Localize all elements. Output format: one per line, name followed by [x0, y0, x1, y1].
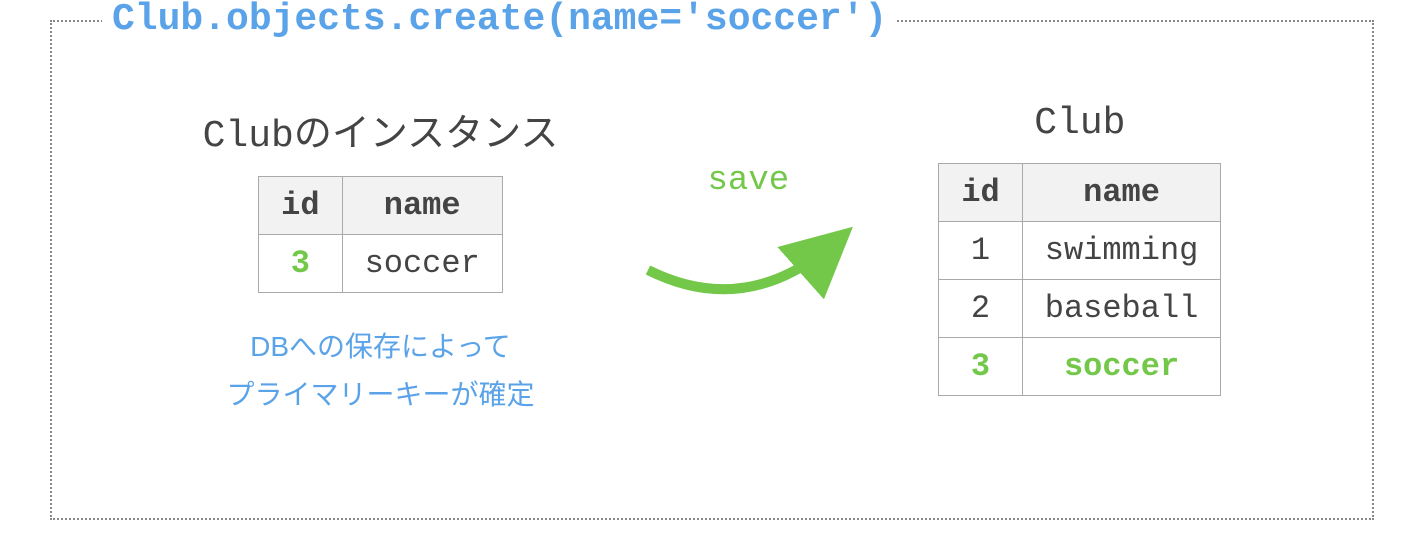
content-row: Clubのインスタンス id name 3 soccer DBへの保存によって …: [82, 102, 1342, 418]
table-header-row: id name: [939, 164, 1221, 222]
save-arrow-label: save: [708, 162, 790, 200]
caption-line-2: プライマリーキーが確定: [203, 371, 559, 419]
instance-table: id name 3 soccer: [258, 176, 503, 293]
header-id: id: [939, 164, 1022, 222]
cell-name: swimming: [1022, 222, 1221, 280]
header-id: id: [259, 177, 342, 235]
arrow-wrap: save: [638, 162, 858, 342]
instance-title: Clubのインスタンス: [203, 102, 559, 158]
instance-caption: DBへの保存によって プライマリーキーが確定: [203, 323, 559, 418]
club-table: id name 1 swimming 2 baseball 3 soccer: [938, 163, 1221, 396]
cell-id: 3: [259, 235, 342, 293]
instance-panel: Clubのインスタンス id name 3 soccer DBへの保存によって …: [203, 102, 559, 418]
table-row: 1 swimming: [939, 222, 1221, 280]
table-header-row: id name: [259, 177, 503, 235]
code-title: Club.objects.create(name='soccer'): [102, 0, 897, 41]
header-name: name: [1022, 164, 1221, 222]
club-title: Club: [938, 102, 1221, 145]
table-row: 2 baseball: [939, 280, 1221, 338]
diagram-container: Club.objects.create(name='soccer') Clubの…: [50, 20, 1374, 520]
table-row: 3 soccer: [939, 338, 1221, 396]
club-panel: Club id name 1 swimming 2 baseball 3 soc…: [938, 102, 1221, 396]
header-name: name: [342, 177, 502, 235]
cell-name: baseball: [1022, 280, 1221, 338]
cell-name: soccer: [1022, 338, 1221, 396]
save-arrow-icon: [638, 200, 858, 320]
cell-id: 1: [939, 222, 1022, 280]
cell-id: 2: [939, 280, 1022, 338]
cell-id: 3: [939, 338, 1022, 396]
table-row: 3 soccer: [259, 235, 503, 293]
cell-name: soccer: [342, 235, 502, 293]
caption-line-1: DBへの保存によって: [203, 323, 559, 371]
